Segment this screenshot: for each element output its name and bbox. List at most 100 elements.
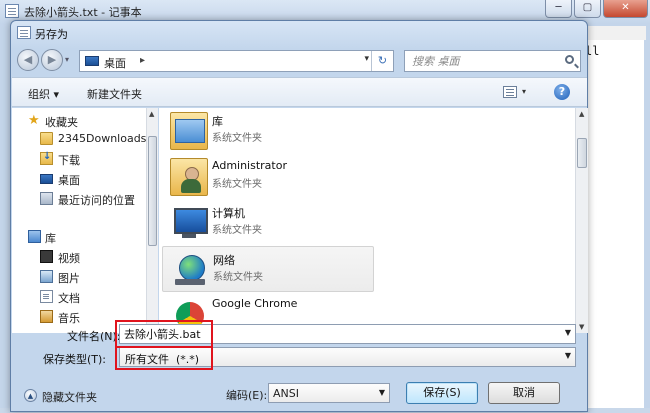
notepad-title: 去除小箭头.txt - 记事本 (24, 6, 142, 19)
highlight-box-filename (115, 320, 213, 348)
view-dropdown-icon[interactable]: ▾ (522, 87, 526, 96)
pictures-icon (40, 270, 53, 283)
computer-icon (170, 204, 208, 242)
search-box (404, 50, 581, 72)
nav-item-label: 最近访问的位置 (58, 194, 135, 207)
search-input[interactable] (410, 54, 550, 69)
breadcrumb-chevron-icon[interactable]: ▸ (140, 55, 145, 66)
address-row: ◀ ▶ ▾ 桌面 ▸ ▾ ↻ (11, 45, 587, 75)
encoding-dropdown-icon[interactable]: ▼ (379, 388, 385, 397)
scrollbar-thumb[interactable] (577, 138, 587, 168)
file-item-computer[interactable]: 计算机 系统文件夹 (162, 200, 374, 246)
address-dropdown-icon[interactable]: ▾ (364, 54, 369, 64)
refresh-button[interactable]: ↻ (371, 51, 393, 71)
window-controls: ─ ▢ ✕ (545, 0, 648, 18)
address-location[interactable]: 桌面 (104, 55, 126, 71)
music-icon (40, 310, 53, 323)
nav-item-libraries[interactable]: 库 (12, 228, 147, 246)
cancel-button[interactable]: 取消 (488, 382, 560, 404)
network-icon (171, 251, 209, 289)
filename-label: 文件名(N): (67, 330, 121, 343)
notepad-icon (5, 4, 19, 18)
hide-folders-toggle[interactable]: 隐藏文件夹 (42, 389, 97, 405)
file-item-administrator[interactable]: Administrator 系统文件夹 (162, 154, 374, 200)
back-button[interactable]: ◀ (17, 49, 39, 71)
notepad-menubar (580, 26, 646, 40)
nav-item-favorites[interactable]: ★ 收藏夹 (12, 112, 147, 130)
scrollbar-thumb[interactable] (148, 136, 157, 246)
filetype-dropdown-icon[interactable]: ▼ (565, 351, 571, 360)
file-item-library[interactable]: 库 系统文件夹 (162, 108, 374, 154)
file-name: 库 (212, 115, 223, 128)
folder-icon (40, 132, 53, 145)
nav-item-2345downloads[interactable]: 2345Downloads (12, 130, 147, 148)
nav-item-desktop[interactable]: 桌面 (12, 170, 147, 188)
downloads-folder-icon (40, 151, 53, 165)
nav-item-documents[interactable]: 文档 (12, 288, 147, 306)
dialog-title: 另存为 (35, 28, 68, 41)
file-name: Administrator (212, 159, 287, 172)
navigation-pane: ★ 收藏夹 2345Downloads 下载 桌面 最近访问的位置 库 视频 (12, 108, 147, 333)
file-type: 系统文件夹 (212, 179, 262, 190)
user-folder-icon (170, 158, 208, 196)
close-button[interactable]: ✕ (603, 0, 648, 18)
nav-item-label: 收藏夹 (45, 116, 78, 129)
toolbar: 组织 ▾ 新建文件夹 ▾ ? (12, 77, 587, 107)
dialog-titlebar[interactable]: 另存为 (11, 21, 587, 45)
nav-item-label: 图片 (58, 272, 80, 285)
encoding-value: ANSI (273, 387, 299, 400)
file-name: 网络 (213, 254, 235, 267)
organize-menu[interactable]: 组织 ▾ (28, 86, 59, 102)
help-icon[interactable]: ? (554, 84, 570, 100)
dialog-icon (17, 26, 31, 39)
nav-pane-scrollbar[interactable]: ▲ ▼ (146, 108, 158, 333)
file-type: 系统文件夹 (213, 272, 263, 283)
documents-icon (40, 290, 53, 303)
libraries-icon (28, 230, 41, 243)
filename-dropdown-icon[interactable]: ▼ (565, 328, 571, 337)
collapse-icon[interactable]: ▲ (24, 389, 37, 402)
new-folder-button[interactable]: 新建文件夹 (87, 86, 142, 102)
file-type: 系统文件夹 (212, 133, 262, 144)
desktop-icon (40, 174, 53, 184)
nav-item-label: 下载 (58, 154, 80, 167)
nav-item-label: 文档 (58, 292, 80, 305)
nav-item-downloads[interactable]: 下载 (12, 150, 147, 168)
file-list: 库 系统文件夹 Administrator 系统文件夹 计算机 系统文件夹 网络… (159, 108, 575, 333)
save-as-dialog: 另存为 ◀ ▶ ▾ 桌面 ▸ ▾ ↻ 组织 ▾ 新建文件夹 ▾ ? ★ 收藏夹 … (10, 20, 588, 412)
scroll-up-icon[interactable]: ▲ (579, 110, 584, 118)
save-button[interactable]: 保存(S) (406, 382, 478, 404)
forward-button[interactable]: ▶ (41, 49, 63, 71)
nav-item-videos[interactable]: 视频 (12, 248, 147, 266)
search-icon[interactable] (565, 55, 574, 64)
nav-item-recent-places[interactable]: 最近访问的位置 (12, 190, 147, 208)
maximize-button[interactable]: ▢ (574, 0, 601, 18)
address-bar[interactable]: 桌面 ▸ ▾ ↻ (79, 50, 394, 72)
nav-item-label: 库 (45, 232, 56, 245)
file-name: Google Chrome (212, 297, 298, 310)
encoding-label: 编码(E): (226, 389, 268, 402)
scroll-up-icon[interactable]: ▲ (149, 110, 154, 118)
scroll-down-icon[interactable]: ▼ (579, 323, 584, 331)
file-item-network[interactable]: 网络 系统文件夹 (162, 246, 374, 292)
recent-places-icon (40, 192, 53, 205)
star-icon: ★ (28, 113, 40, 128)
library-folder-icon (170, 112, 208, 150)
encoding-select[interactable]: ANSI ▼ (268, 383, 390, 403)
highlight-box-filetype (115, 346, 213, 370)
desktop-icon (85, 56, 99, 66)
minimize-button[interactable]: ─ (545, 0, 572, 18)
nav-item-pictures[interactable]: 图片 (12, 268, 147, 286)
file-list-scrollbar[interactable]: ▲ ▼ (575, 108, 588, 333)
notepad-titlebar[interactable]: 去除小箭头.txt - 记事本 ─ ▢ ✕ (0, 0, 650, 22)
videos-icon (40, 250, 53, 263)
file-type: 系统文件夹 (212, 225, 262, 236)
filetype-label: 保存类型(T): (43, 353, 107, 366)
view-icon[interactable] (503, 86, 517, 98)
nav-item-label: 2345Downloads (58, 132, 147, 145)
nav-item-label: 视频 (58, 252, 80, 265)
nav-item-label: 音乐 (58, 312, 80, 325)
nav-item-label: 桌面 (58, 174, 80, 187)
file-name: 计算机 (212, 207, 245, 220)
recent-locations-dropdown[interactable]: ▾ (65, 55, 69, 64)
